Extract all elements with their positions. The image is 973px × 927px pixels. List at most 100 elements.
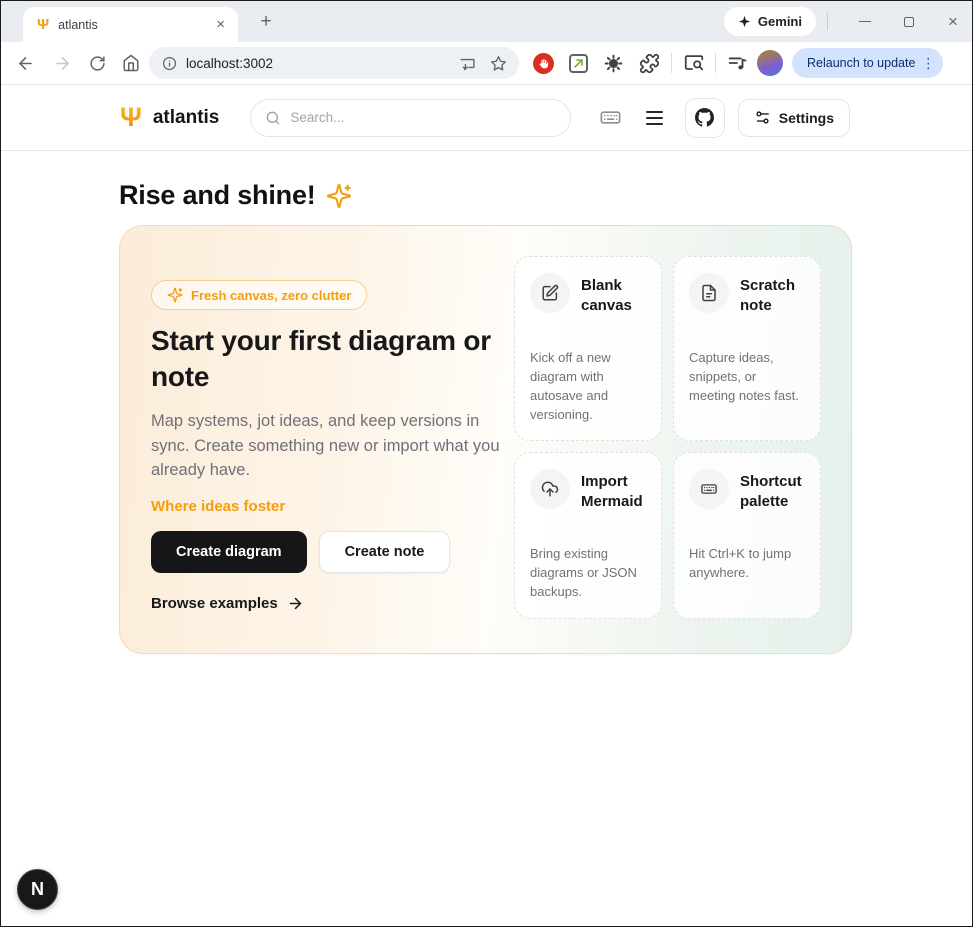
puzzle-icon xyxy=(639,53,660,74)
site-info-icon[interactable] xyxy=(162,56,177,71)
nextjs-dev-badge[interactable]: N xyxy=(17,869,58,910)
browser-tab[interactable]: Ψ atlantis × xyxy=(23,7,238,42)
create-diagram-button[interactable]: Create diagram xyxy=(151,531,307,573)
divider xyxy=(671,53,672,73)
hero-description: Map systems, jot ideas, and keep version… xyxy=(151,409,507,483)
page-title: Rise and shine! xyxy=(119,180,316,211)
close-button[interactable]: × xyxy=(944,13,962,31)
cloud-upload-icon xyxy=(541,480,559,498)
feature-card-blank-canvas[interactable]: Blank canvas Kick off a new diagram with… xyxy=(514,256,662,441)
browse-examples-label: Browse examples xyxy=(151,595,278,612)
icon-tile xyxy=(689,273,729,313)
new-tab-button[interactable]: + xyxy=(253,9,279,35)
forward-button[interactable] xyxy=(50,51,74,75)
feature-card-scratch-note[interactable]: Scratch note Capture ideas, snippets, or… xyxy=(673,256,821,441)
forward-arrow-icon xyxy=(53,54,72,73)
feature-card-description: Hit Ctrl+K to jump anywhere. xyxy=(689,545,805,583)
edit-square-icon xyxy=(541,284,559,302)
home-icon xyxy=(122,54,140,72)
arrow-right-icon xyxy=(287,595,304,612)
close-icon: × xyxy=(948,13,958,30)
icon-tile xyxy=(530,469,570,509)
relaunch-button[interactable]: Relaunch to update ⋮ xyxy=(792,48,943,78)
tab-strip: Ψ atlantis × + Gemini × xyxy=(1,1,972,42)
install-app-icon[interactable] xyxy=(459,55,476,72)
icon-tile xyxy=(530,273,570,313)
screenshot-extension-button[interactable] xyxy=(569,54,588,73)
icon-tile xyxy=(689,469,729,509)
back-arrow-icon xyxy=(16,54,35,73)
window-controls: × xyxy=(856,1,962,42)
media-controls-button[interactable] xyxy=(726,52,748,74)
keyboard-icon xyxy=(700,480,718,498)
browse-examples-link[interactable]: Browse examples xyxy=(151,595,304,612)
gemini-button[interactable]: Gemini xyxy=(724,7,816,36)
settings-button[interactable]: Settings xyxy=(738,99,850,137)
hero-tagline: Where ideas foster xyxy=(151,498,507,515)
feature-card-title: Shortcut palette xyxy=(740,469,805,511)
sun-extension-button[interactable] xyxy=(603,53,624,74)
hero-left-column: Fresh canvas, zero clutter Start your fi… xyxy=(151,256,507,619)
minimize-icon xyxy=(859,21,871,23)
brand-link[interactable]: Ψ atlantis xyxy=(120,104,219,131)
minimize-button[interactable] xyxy=(856,13,874,31)
feature-card-title: Blank canvas xyxy=(581,273,646,315)
keyboard-shortcuts-button[interactable] xyxy=(599,106,622,129)
maximize-icon xyxy=(904,17,914,27)
home-button[interactable] xyxy=(119,51,143,75)
extensions-menu-button[interactable] xyxy=(639,53,660,74)
sparkles-icon xyxy=(167,287,183,303)
search-box[interactable] xyxy=(250,99,571,137)
back-button[interactable] xyxy=(13,51,37,75)
keyboard-icon xyxy=(599,106,622,129)
profile-avatar[interactable] xyxy=(757,50,783,76)
feature-card-title: Scratch note xyxy=(740,273,805,315)
trident-logo-icon: Ψ xyxy=(120,104,142,131)
sliders-icon xyxy=(754,109,771,126)
hero-card: Fresh canvas, zero clutter Start your fi… xyxy=(119,225,852,654)
menu-icon xyxy=(646,111,663,113)
hero-badge-label: Fresh canvas, zero clutter xyxy=(191,288,351,303)
hero-title: Start your first diagram or note xyxy=(151,323,507,396)
cta-row: Create diagram Create note xyxy=(151,531,507,573)
feature-card-description: Capture ideas, snippets, or meeting note… xyxy=(689,349,805,406)
browser-toolbar: localhost:3002 xyxy=(1,42,972,85)
address-bar[interactable]: localhost:3002 xyxy=(149,47,519,79)
feature-card-shortcut-palette[interactable]: Shortcut palette Hit Ctrl+K to jump anyw… xyxy=(673,452,821,619)
dev-badge-letter: N xyxy=(31,879,44,900)
maximize-button[interactable] xyxy=(900,13,918,31)
sparkles-icon xyxy=(326,183,352,209)
trident-favicon-icon: Ψ xyxy=(37,17,49,32)
more-vertical-icon[interactable]: ⋮ xyxy=(921,55,935,72)
divider xyxy=(827,13,828,30)
page-content: Rise and shine! Fresh canvas, zero clutt… xyxy=(1,151,972,654)
colored-arrow-icon xyxy=(573,58,584,69)
divider xyxy=(715,53,716,73)
github-button[interactable] xyxy=(685,98,725,138)
create-note-button[interactable]: Create note xyxy=(319,531,451,573)
github-icon xyxy=(695,108,714,127)
feature-card-import-mermaid[interactable]: Import Mermaid Bring existing diagrams o… xyxy=(514,452,662,619)
sunburst-icon xyxy=(603,53,624,74)
music-queue-icon xyxy=(726,52,748,74)
bookmark-star-icon[interactable] xyxy=(490,55,507,72)
refresh-icon xyxy=(89,55,106,72)
tab-title: atlantis xyxy=(58,18,213,32)
menu-button[interactable] xyxy=(646,111,663,125)
search-input[interactable] xyxy=(290,110,556,125)
screen-search-icon xyxy=(683,52,705,74)
relaunch-label: Relaunch to update xyxy=(807,56,915,70)
hand-icon xyxy=(537,57,550,70)
tab-close-icon[interactable]: × xyxy=(213,16,228,33)
feature-card-title: Import Mermaid xyxy=(581,469,646,511)
brand-name: atlantis xyxy=(153,107,220,129)
feature-card-description: Bring existing diagrams or JSON backups. xyxy=(530,545,646,602)
adblock-extension-button[interactable] xyxy=(533,53,554,74)
greeting: Rise and shine! xyxy=(119,180,852,211)
settings-label: Settings xyxy=(779,110,834,126)
refresh-button[interactable] xyxy=(85,51,109,75)
search-icon xyxy=(265,110,281,126)
document-icon xyxy=(700,284,718,302)
header-actions: Settings xyxy=(599,98,850,138)
reading-mode-button[interactable] xyxy=(683,52,705,74)
